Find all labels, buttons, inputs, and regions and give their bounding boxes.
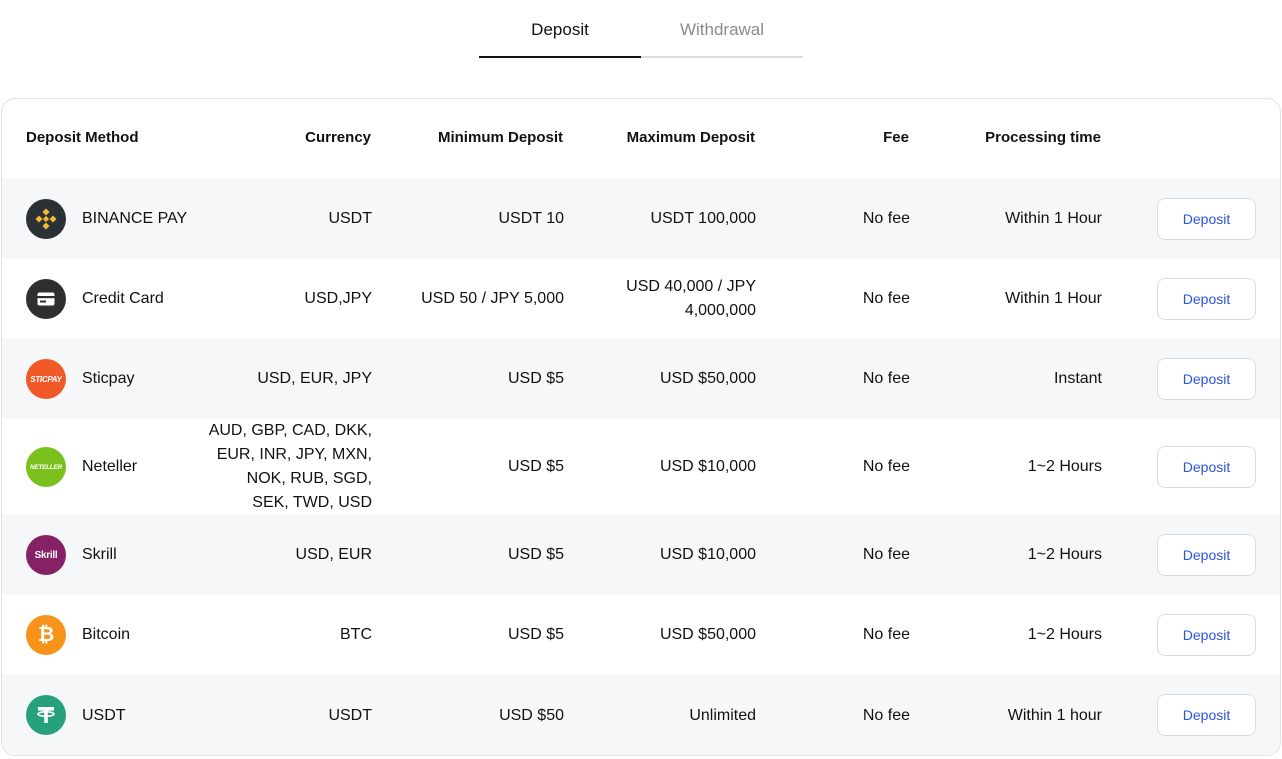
skrill-icon: Skrill bbox=[26, 535, 66, 575]
tab-bar: Deposit Withdrawal bbox=[479, 0, 803, 58]
processing-time-cell: 1~2 Hours bbox=[1027, 626, 1102, 643]
table-row: BINANCE PAY USDT USDT 10 USDT 100,000 No… bbox=[2, 179, 1280, 259]
deposit-button[interactable]: Deposit bbox=[1157, 614, 1256, 656]
fee-cell: No fee bbox=[862, 210, 910, 227]
deposit-methods-table: Deposit Method Currency Minimum Deposit … bbox=[1, 98, 1281, 756]
table-row: STICPAY Sticpay USD, EUR, JPY USD $5 USD… bbox=[2, 339, 1280, 419]
max-deposit-cell: USD $10,000 bbox=[659, 546, 756, 563]
fee-cell: No fee bbox=[862, 458, 910, 475]
currency-cell: USD, EUR, JPY bbox=[257, 370, 372, 387]
method-name: Sticpay bbox=[82, 370, 135, 387]
header-minimum-deposit: Minimum Deposit bbox=[437, 129, 563, 146]
fee-cell: No fee bbox=[862, 707, 910, 724]
table-row: Credit Card USD,JPY USD 50 / JPY 5,000 U… bbox=[2, 259, 1280, 339]
method-name: Credit Card bbox=[82, 290, 164, 307]
min-deposit-cell: USDT 10 bbox=[498, 210, 564, 227]
min-deposit-cell: USD 50 / JPY 5,000 bbox=[421, 290, 564, 307]
fee-cell: No fee bbox=[862, 370, 910, 387]
header-maximum-deposit: Maximum Deposit bbox=[626, 129, 755, 146]
tab-withdrawal-label: Withdrawal bbox=[679, 20, 765, 39]
method-name: Bitcoin bbox=[82, 626, 131, 643]
credit-card-icon bbox=[26, 279, 66, 319]
method-name: Neteller bbox=[82, 458, 138, 475]
currency-cell: AUD, GBP, CAD, DKK, EUR, INR, JPY, MXN, … bbox=[208, 422, 372, 511]
binance-icon bbox=[26, 199, 66, 239]
processing-time-cell: Instant bbox=[1053, 370, 1102, 387]
min-deposit-cell: USD $50 bbox=[499, 707, 564, 724]
method-name: USDT bbox=[82, 707, 126, 724]
fee-cell: No fee bbox=[862, 290, 910, 307]
table-row: NETELLER Neteller AUD, GBP, CAD, DKK, EU… bbox=[2, 419, 1280, 515]
method-name: BINANCE PAY bbox=[82, 210, 188, 227]
tether-icon bbox=[26, 695, 66, 735]
deposit-button[interactable]: Deposit bbox=[1157, 278, 1256, 320]
bitcoin-icon: ₿ bbox=[26, 615, 66, 655]
currency-cell: BTC bbox=[340, 626, 372, 643]
min-deposit-cell: USD $5 bbox=[507, 458, 564, 475]
max-deposit-cell: USD 40,000 / JPY 4,000,000 bbox=[626, 278, 756, 319]
currency-cell: USD, EUR bbox=[295, 546, 372, 563]
min-deposit-cell: USD $5 bbox=[507, 626, 564, 643]
max-deposit-cell: USD $50,000 bbox=[659, 626, 756, 643]
neteller-icon: NETELLER bbox=[26, 447, 66, 487]
fee-cell: No fee bbox=[862, 546, 910, 563]
min-deposit-cell: USD $5 bbox=[507, 546, 564, 563]
deposit-button[interactable]: Deposit bbox=[1157, 198, 1256, 240]
min-deposit-cell: USD $5 bbox=[507, 370, 564, 387]
deposit-button[interactable]: Deposit bbox=[1157, 534, 1256, 576]
table-row: ₿ Bitcoin BTC USD $5 USD $50,000 No fee … bbox=[2, 595, 1280, 675]
table-header: Deposit Method Currency Minimum Deposit … bbox=[2, 99, 1280, 179]
deposit-button[interactable]: Deposit bbox=[1157, 694, 1256, 736]
currency-cell: USD,JPY bbox=[304, 290, 372, 307]
tab-deposit-label: Deposit bbox=[531, 20, 589, 39]
tab-withdrawal[interactable]: Withdrawal bbox=[641, 0, 803, 58]
header-deposit-method: Deposit Method bbox=[26, 129, 139, 146]
currency-cell: USDT bbox=[328, 707, 372, 724]
currency-cell: USDT bbox=[328, 210, 372, 227]
fee-cell: No fee bbox=[862, 626, 910, 643]
processing-time-cell: 1~2 Hours bbox=[1027, 458, 1102, 475]
deposit-button[interactable]: Deposit bbox=[1157, 446, 1256, 488]
max-deposit-cell: USD $50,000 bbox=[659, 370, 756, 387]
deposit-button[interactable]: Deposit bbox=[1157, 358, 1256, 400]
max-deposit-cell: USD $10,000 bbox=[659, 458, 756, 475]
method-name: Skrill bbox=[82, 546, 117, 563]
max-deposit-cell: USDT 100,000 bbox=[650, 210, 756, 227]
processing-time-cell: Within 1 Hour bbox=[1005, 290, 1102, 307]
table-row: Skrill Skrill USD, EUR USD $5 USD $10,00… bbox=[2, 515, 1280, 595]
header-currency: Currency bbox=[305, 129, 371, 146]
processing-time-cell: Within 1 Hour bbox=[1005, 210, 1102, 227]
sticpay-icon: STICPAY bbox=[26, 359, 66, 399]
header-processing-time: Processing time bbox=[985, 129, 1101, 146]
table-row: USDT USDT USD $50 Unlimited No fee Withi… bbox=[2, 675, 1280, 755]
processing-time-cell: 1~2 Hours bbox=[1027, 546, 1102, 563]
header-fee: Fee bbox=[883, 129, 909, 146]
max-deposit-cell: Unlimited bbox=[689, 707, 756, 724]
processing-time-cell: Within 1 hour bbox=[1007, 707, 1102, 724]
tab-deposit[interactable]: Deposit bbox=[479, 0, 641, 58]
